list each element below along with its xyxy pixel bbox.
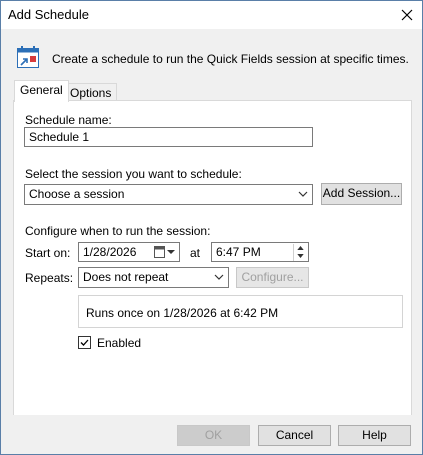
help-button[interactable]: Help: [338, 425, 411, 446]
configure-button[interactable]: Configure...: [236, 267, 309, 288]
close-icon: [401, 9, 413, 21]
repeats-select-value: Does not repeat: [83, 270, 169, 284]
session-select-value: Choose a session: [29, 187, 125, 201]
spin-down-icon[interactable]: [294, 252, 307, 260]
title-bar: Add Schedule: [1, 1, 422, 29]
add-session-button[interactable]: Add Session...: [321, 183, 402, 205]
time-spinner[interactable]: [293, 244, 307, 261]
schedule-summary: Runs once on 1/28/2026 at 6:42 PM: [78, 295, 403, 328]
repeats-select[interactable]: Does not repeat: [78, 267, 229, 288]
header-description: Create a schedule to run the Quick Field…: [52, 52, 409, 66]
close-button[interactable]: [392, 1, 422, 29]
start-time-value: 6:47 PM: [216, 245, 261, 259]
ok-button[interactable]: OK: [177, 425, 250, 446]
at-label: at: [190, 246, 201, 260]
add-schedule-dialog: Add Schedule Create a schedule to run th…: [0, 0, 423, 455]
enabled-label: Enabled: [97, 336, 142, 350]
tab-general[interactable]: General: [14, 80, 69, 102]
repeats-label: Repeats:: [25, 271, 74, 285]
enabled-checkbox[interactable]: [78, 336, 91, 349]
start-on-label: Start on:: [25, 246, 71, 260]
schedule-calendar-icon: [17, 46, 39, 68]
chevron-down-icon: [298, 191, 308, 197]
start-time-input[interactable]: 6:47 PM: [211, 242, 309, 262]
cancel-button[interactable]: Cancel: [258, 425, 331, 446]
start-date-value: 1/28/2026: [83, 245, 137, 259]
schedule-name-label: Schedule name:: [25, 113, 112, 127]
checkmark-icon: [80, 339, 89, 346]
schedule-name-input[interactable]: Schedule 1: [24, 127, 313, 147]
session-label: Select the session you want to schedule:: [25, 167, 242, 181]
start-date-picker[interactable]: 1/28/2026: [78, 242, 180, 262]
calendar-dropdown-icon[interactable]: [154, 246, 176, 258]
chevron-down-icon: [214, 274, 224, 280]
configure-label: Configure when to run the session:: [25, 224, 211, 238]
spin-up-icon[interactable]: [294, 244, 307, 252]
session-select[interactable]: Choose a session: [24, 184, 313, 205]
window-title: Add Schedule: [8, 7, 89, 22]
